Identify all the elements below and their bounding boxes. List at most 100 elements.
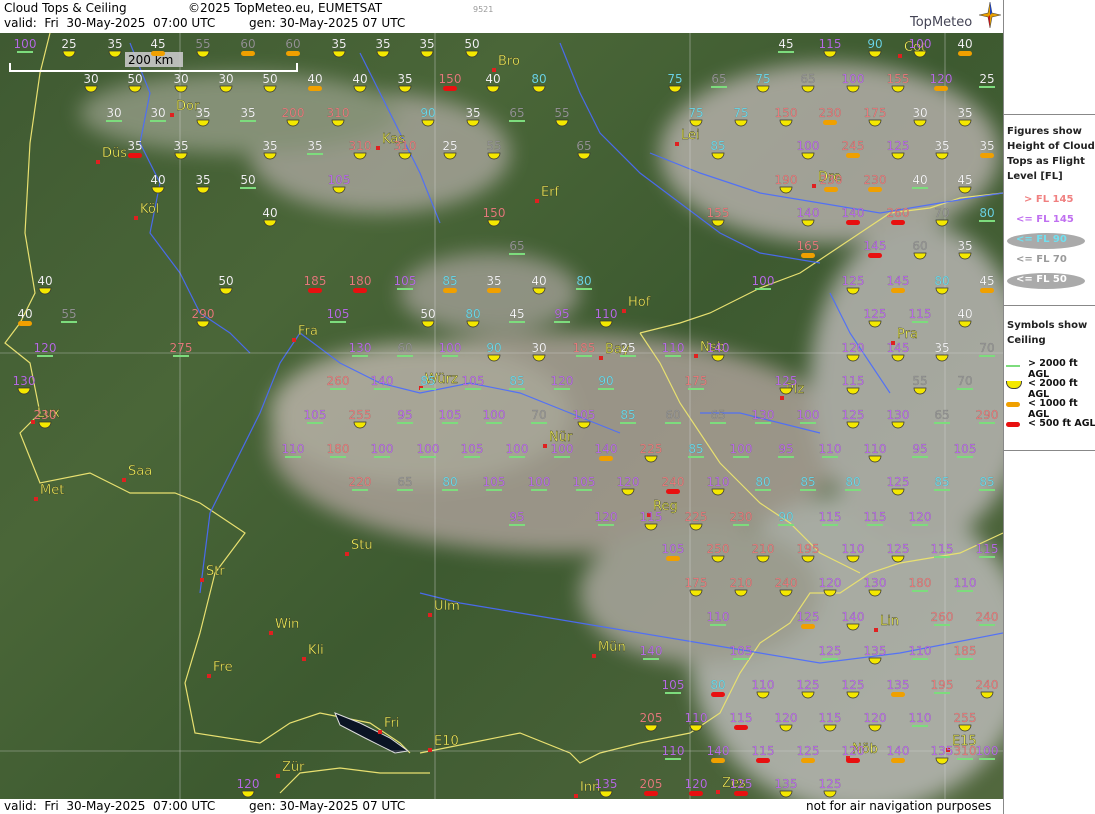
ceiling-green-line	[665, 355, 681, 357]
cloud-top-value: 125	[864, 307, 887, 321]
city-marker	[134, 216, 138, 220]
station-marker: 85	[620, 408, 636, 424]
ceiling-green-line	[912, 321, 928, 323]
ceiling-green-line	[330, 321, 346, 323]
station-marker: 85	[442, 274, 458, 293]
ceiling-yellow-marker	[823, 50, 837, 58]
cloud-top-value: 105	[954, 442, 977, 456]
ceiling-orange-marker	[308, 86, 322, 91]
cloud-top-value: 115	[640, 510, 663, 524]
cloud-top-value: 195	[931, 678, 954, 692]
cloud-top-value: 175	[864, 106, 887, 120]
cloud-top-value: 175	[685, 374, 708, 388]
green-line-icon	[1006, 365, 1020, 367]
station-marker: 105	[661, 678, 685, 694]
cloud-top-value: 230	[730, 510, 753, 524]
cloud-top-value: 130	[349, 341, 372, 355]
ceiling-green-line	[665, 758, 681, 760]
cloud-top-value: 50	[420, 307, 435, 321]
cloud-top-value: 260	[931, 610, 954, 624]
station-marker: 70	[979, 341, 995, 357]
ceiling-green-line	[979, 624, 995, 626]
cloud-top-value: 60	[665, 408, 680, 422]
header-bar: Cloud Tops & Ceiling ©2025 TopMeteo.eu, …	[0, 0, 1003, 33]
cloud-top-value: 240	[775, 576, 798, 590]
cloud-top-value: 25	[620, 341, 635, 355]
cloud-top-value: 35	[934, 341, 949, 355]
cloud-top-value: 240	[976, 610, 999, 624]
ceiling-green-line	[464, 456, 480, 458]
station-marker: 30	[531, 341, 547, 362]
cloud-top-value: 115	[730, 711, 753, 725]
cloud-top-value: 275	[170, 341, 193, 355]
cloud-top-value: 80	[845, 475, 860, 489]
station-marker: 80	[465, 307, 481, 328]
ceiling-orange-marker	[823, 120, 837, 125]
cloud-top-value: 100	[551, 442, 574, 456]
cloud-top-value: 115	[752, 744, 775, 758]
station-marker: 105	[461, 374, 485, 390]
station-marker: 90	[486, 341, 502, 362]
cloud-top-value: 40	[912, 173, 927, 187]
ceiling-green-line	[465, 388, 481, 390]
station-marker: 180	[326, 442, 350, 458]
station-marker: 60	[240, 37, 256, 56]
city-label: Stu	[351, 538, 373, 553]
ceiling-yellow-marker	[644, 724, 658, 732]
ceiling-green-line	[934, 489, 950, 491]
cloud-top-value: 75	[733, 106, 748, 120]
cloud-top-value: 120	[34, 341, 57, 355]
station-marker: 80	[442, 475, 458, 491]
station-marker: 75	[755, 72, 771, 93]
cloud-top-value: 110	[909, 711, 932, 725]
ceiling-orange-marker	[666, 556, 680, 561]
station-marker: 55	[486, 139, 502, 160]
ceiling-yellow-marker	[420, 50, 434, 58]
ceiling-orange-marker	[286, 51, 300, 56]
cloud-top-value: 255	[349, 408, 372, 422]
ceiling-green-line	[486, 489, 502, 491]
cloud-top-value: 120	[842, 341, 865, 355]
station-marker: 75	[667, 72, 683, 93]
city-marker	[345, 552, 349, 556]
ceiling-green-line	[531, 422, 547, 424]
ceiling-yellow-marker	[263, 219, 277, 227]
cloud-top-value: 65	[509, 239, 524, 253]
station-marker: 75	[733, 106, 749, 127]
cloud-top-value: 225	[685, 510, 708, 524]
ceiling-green-line	[711, 86, 727, 88]
station-marker: 80	[979, 206, 995, 222]
ceiling-yellow-marker	[398, 85, 412, 93]
cloud-top-value: 110	[909, 644, 932, 658]
ceiling-green-line	[576, 355, 592, 357]
cloud-top-value: 35	[397, 72, 412, 86]
station-marker: 185	[572, 341, 596, 357]
ceiling-yellow-marker	[465, 50, 479, 58]
ceiling-orange-marker	[868, 187, 882, 192]
station-marker: 55	[61, 307, 77, 323]
station-marker: 290	[191, 307, 215, 328]
ceiling-yellow-marker	[151, 186, 165, 194]
ceiling-yellow-marker	[62, 50, 76, 58]
station-marker: 120	[684, 777, 708, 796]
city-label: Köl	[140, 202, 159, 217]
station-marker: 130	[348, 341, 372, 357]
ceiling-green-line	[912, 524, 928, 526]
legend-fl-le-70: <= FL 70	[1016, 254, 1067, 265]
footer-valid-time: valid: Fri 30-May-2025 07:00 UTC	[4, 799, 216, 813]
ceiling-yellow-marker	[711, 219, 725, 227]
cloud-top-value: 180	[909, 576, 932, 590]
ceiling-green-line	[374, 456, 390, 458]
city-label: E10	[434, 734, 459, 749]
legend-panel: Figures show Height of Cloud Tops as Fli…	[1003, 0, 1095, 814]
ceiling-green-line	[979, 86, 995, 88]
satellite-map[interactable]: 200 km Bro Cot Dor Kas Düs Lei Erf Dre Köl Hof Fra…	[0, 32, 1030, 813]
station-marker: 125	[729, 777, 753, 796]
ceiling-yellow-marker	[421, 320, 435, 328]
cloud-top-value: 105	[328, 173, 351, 187]
ceiling-green-line	[979, 556, 995, 558]
cloud-top-value: 40	[150, 173, 165, 187]
legend-ceiling-under-2000: < 2000 ft AGL	[1004, 377, 1095, 400]
ceiling-orange-marker	[934, 86, 948, 91]
cloud-top-value: 105	[730, 644, 753, 658]
